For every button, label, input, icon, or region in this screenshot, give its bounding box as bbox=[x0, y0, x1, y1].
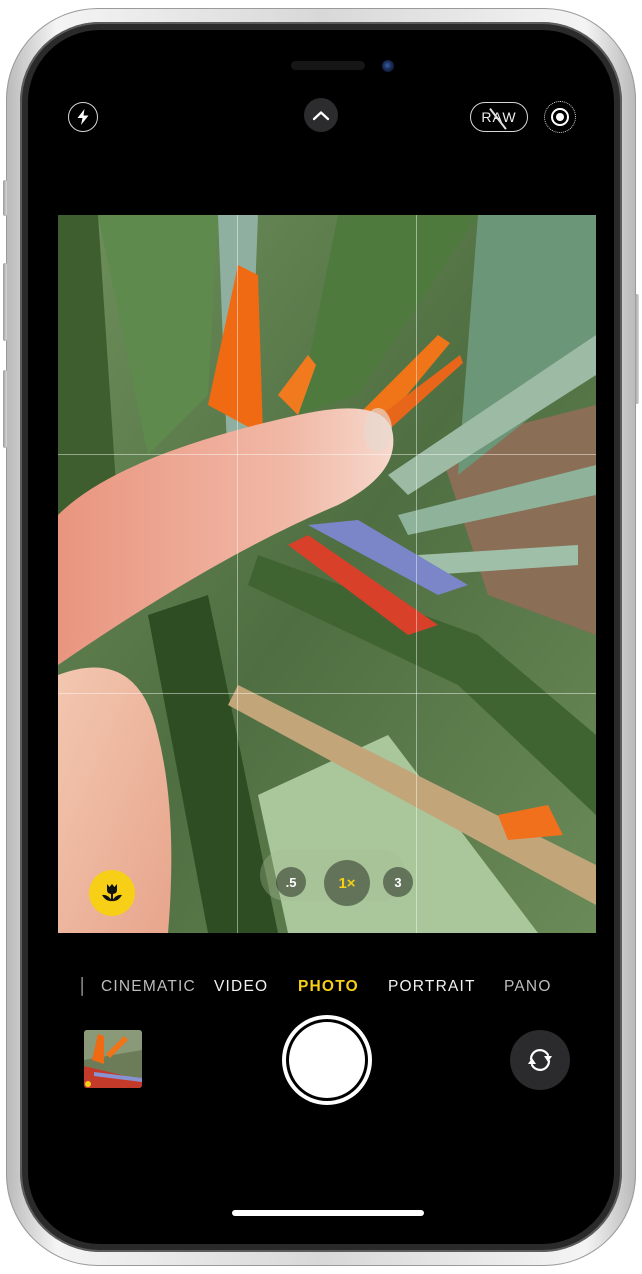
zoom-option-0.5x[interactable]: .5 bbox=[276, 867, 306, 897]
tulip-icon bbox=[102, 884, 122, 902]
mode-portrait[interactable]: PORTRAIT bbox=[388, 978, 476, 996]
mode-cinematic[interactable]: CINEMATIC bbox=[101, 978, 196, 996]
last-photo-thumbnail[interactable] bbox=[84, 1030, 142, 1088]
volume-up-button bbox=[3, 263, 7, 341]
mode-video[interactable]: VIDEO bbox=[214, 978, 268, 996]
bolt-icon bbox=[77, 109, 89, 125]
home-indicator[interactable] bbox=[232, 1210, 424, 1216]
flash-button[interactable] bbox=[68, 102, 98, 132]
zoom-option-3x[interactable]: 3 bbox=[383, 867, 413, 897]
grid-line bbox=[237, 215, 238, 933]
mode-photo[interactable]: PHOTO bbox=[298, 978, 359, 996]
camera-flip-button[interactable] bbox=[510, 1030, 570, 1090]
camera-screen: RAW .5 1× 3 │ CINEMATIC VIDEO PHOTO PORT… bbox=[28, 30, 614, 1244]
grid-line bbox=[416, 215, 417, 933]
raw-toggle-button[interactable]: RAW bbox=[470, 102, 528, 132]
shutter-inner bbox=[289, 1022, 365, 1098]
side-button bbox=[635, 294, 639, 404]
mode-selector[interactable]: │ CINEMATIC VIDEO PHOTO PORTRAIT PANO bbox=[28, 972, 614, 1002]
zoom-option-1x[interactable]: 1× bbox=[324, 860, 370, 906]
front-camera bbox=[382, 60, 394, 72]
mode-pano[interactable]: PANO bbox=[504, 978, 552, 996]
mute-switch bbox=[3, 180, 7, 216]
grid-line bbox=[58, 454, 596, 455]
camera-controls-toggle[interactable] bbox=[304, 98, 338, 132]
iphone-frame: RAW .5 1× 3 │ CINEMATIC VIDEO PHOTO PORT… bbox=[3, 8, 639, 1266]
live-photo-icon bbox=[551, 108, 569, 126]
viewfinder[interactable]: .5 1× 3 bbox=[58, 215, 596, 933]
shutter-button[interactable] bbox=[282, 1015, 372, 1105]
macro-toggle-button[interactable] bbox=[89, 870, 135, 916]
camera-flip-icon bbox=[528, 1049, 552, 1071]
earpiece-speaker bbox=[291, 61, 365, 70]
viewfinder-scene bbox=[58, 215, 596, 933]
bezel: RAW .5 1× 3 │ CINEMATIC VIDEO PHOTO PORT… bbox=[20, 22, 622, 1252]
mode-time-lapse-edge: │ bbox=[78, 978, 89, 995]
volume-down-button bbox=[3, 370, 7, 448]
chevron-up-icon bbox=[312, 110, 330, 120]
live-photo-button[interactable] bbox=[544, 101, 576, 133]
grid-line bbox=[58, 693, 596, 694]
photo-thumbnail-image bbox=[84, 1030, 142, 1088]
